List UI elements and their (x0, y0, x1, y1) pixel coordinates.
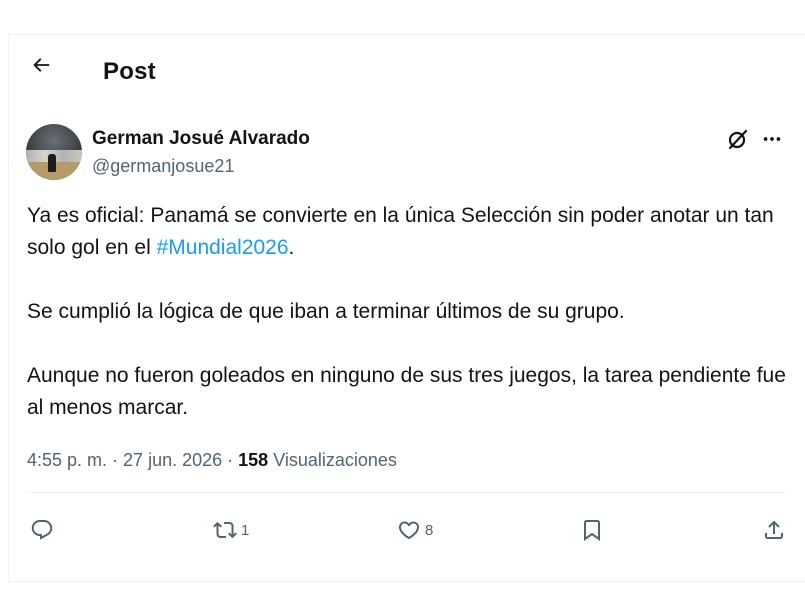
retweet-count: 1 (241, 521, 250, 539)
tweet-paragraph: Ya es oficial: Panamá se convierte en la… (27, 200, 797, 264)
page-title: Post (103, 58, 156, 85)
views-label[interactable]: Visualizaciones (268, 450, 397, 470)
post-meta: 4:55 p. m. · 27 jun. 2026 · 158 Visualiz… (27, 450, 397, 471)
share-icon (762, 518, 786, 542)
reply-button[interactable] (30, 514, 54, 546)
share-button[interactable] (762, 514, 786, 546)
top-divider (8, 34, 805, 35)
retweet-icon (213, 518, 237, 542)
more-options-button[interactable] (759, 128, 785, 154)
tweet-text: Ya es oficial: Panamá se convierte en la… (27, 200, 797, 424)
avatar[interactable] (26, 124, 82, 180)
post-page: Post German Josué Alvarado @germanjosue2… (0, 0, 805, 604)
author-handle[interactable]: @germanjosue21 (92, 156, 234, 177)
meta-separator: · (107, 450, 124, 470)
hashtag-link[interactable]: #Mundial2026 (157, 236, 289, 259)
author-display-name[interactable]: German Josué Alvarado (92, 128, 310, 150)
tweet-text-segment: . (288, 236, 295, 259)
left-divider (8, 34, 9, 582)
action-bar: 1 8 (30, 514, 785, 546)
bookmark-button[interactable] (580, 514, 604, 546)
more-dots-icon (761, 128, 783, 155)
back-arrow-icon (30, 54, 52, 81)
tweet-text-segment: Ya es oficial: Panamá se convierte en la… (27, 204, 774, 259)
post-header: Post (8, 40, 805, 104)
views-count[interactable]: 158 (238, 450, 268, 470)
bookmark-icon (580, 518, 604, 542)
tweet-paragraph: Se cumplió la lógica de que iban a termi… (27, 300, 625, 323)
grok-icon (726, 127, 750, 156)
actions-divider (26, 492, 785, 493)
grok-button[interactable] (725, 128, 751, 154)
tweet-paragraph: Aunque no fueron goleados en ninguno de … (27, 364, 786, 419)
post-date[interactable]: 27 jun. 2026 (123, 450, 222, 470)
heart-icon (397, 518, 421, 542)
like-count: 8 (425, 521, 434, 539)
retweet-button[interactable]: 1 (213, 514, 249, 546)
like-button[interactable]: 8 (397, 514, 433, 546)
back-button[interactable] (30, 56, 52, 78)
post-time[interactable]: 4:55 p. m. (27, 450, 107, 470)
meta-separator: · (222, 450, 239, 470)
post-author: German Josué Alvarado @germanjosue21 (26, 124, 785, 180)
reply-icon (30, 518, 54, 542)
bottom-divider (8, 581, 805, 582)
